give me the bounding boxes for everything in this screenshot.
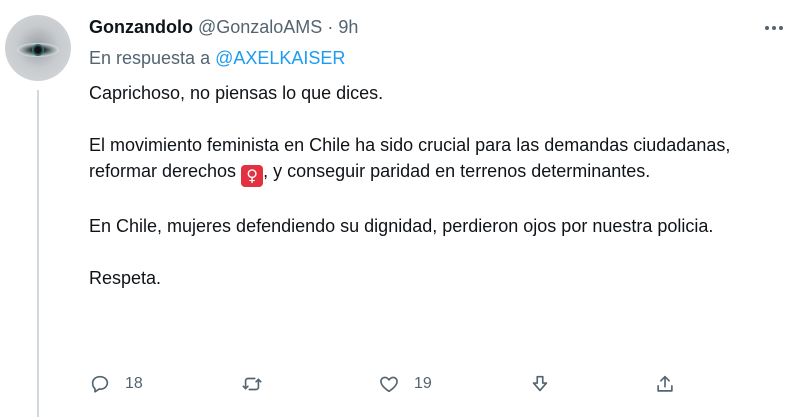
reply-prefix: En respuesta a <box>89 48 211 68</box>
tweet-paragraph-3: En Chile, mujeres defendiendo su dignida… <box>89 216 714 236</box>
reply-mention-link[interactable]: @AXELKAISER <box>215 48 345 68</box>
download-button[interactable] <box>529 370 551 398</box>
thread-line <box>37 90 39 417</box>
tweet-paragraph-4: Respeta. <box>89 268 162 288</box>
avatar-iris-graphic <box>32 44 44 56</box>
more-horizontal-icon <box>765 26 769 30</box>
tweet-header: Gonzandolo @GonzaloAMS · 9h <box>89 14 358 40</box>
tweet-paragraph-1: Caprichoso, no piensas lo que dices. <box>89 83 384 103</box>
reply-count: 18 <box>125 375 143 392</box>
retweet-icon <box>242 377 262 391</box>
display-name[interactable]: Gonzandolo <box>89 17 193 38</box>
timestamp[interactable]: 9h <box>338 17 358 38</box>
female-sign-emoji: ♀ <box>241 165 264 187</box>
more-options-button[interactable] <box>760 16 788 40</box>
reply-button[interactable]: 18 <box>89 370 143 398</box>
reply-context: En respuesta a @AXELKAISER <box>89 48 345 69</box>
share-button[interactable] <box>654 370 676 398</box>
heart-icon <box>380 376 398 393</box>
tweet-paragraph-2: El movimiento feminista en Chile ha sido… <box>89 132 749 187</box>
separator-dot: · <box>327 16 334 37</box>
like-button[interactable]: 19 <box>378 370 432 398</box>
like-count: 19 <box>414 375 432 392</box>
tweet-actions: 18 19 <box>89 370 689 398</box>
tweet-text: , y conseguir paridad en terrenos determ… <box>263 161 651 181</box>
more-horizontal-icon <box>779 26 783 30</box>
avatar[interactable] <box>5 15 71 81</box>
user-handle[interactable]: @GonzaloAMS <box>198 17 322 38</box>
retweet-button[interactable] <box>241 370 277 398</box>
download-icon <box>532 375 548 392</box>
share-icon <box>657 375 673 392</box>
more-horizontal-icon <box>772 26 776 30</box>
tweet-body: Caprichoso, no piensas lo que dices. El … <box>89 80 749 291</box>
comment-icon <box>91 375 109 393</box>
